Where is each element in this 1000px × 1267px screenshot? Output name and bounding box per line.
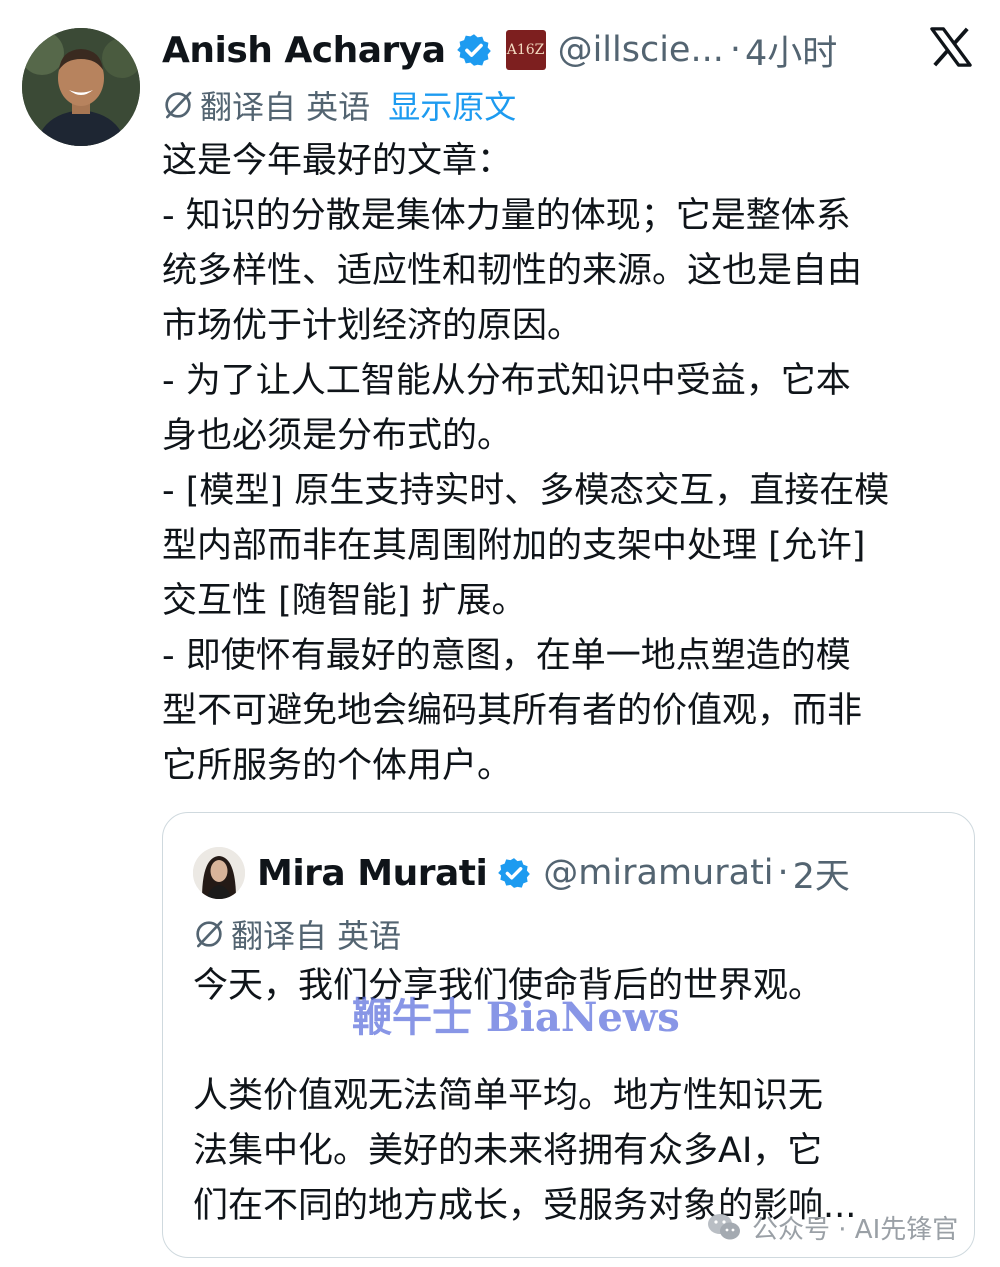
body-line: 它所服务的个体用户。 [162, 746, 513, 786]
separator-dot: · [729, 30, 741, 70]
body-line: - 知识的分散是集体力量的体现；它是整体系 [162, 196, 851, 236]
author-avatar[interactable] [22, 28, 140, 146]
translated-from-label: 翻译自 英语 [200, 88, 371, 126]
quoted-body-line: 人类价值观无法简单平均。地方性知识无 [193, 1076, 824, 1116]
body-line: 统多样性、适应性和韧性的来源。这也是自由 [162, 251, 863, 291]
show-original-link[interactable]: 显示原文 [388, 82, 516, 128]
verified-badge-icon [456, 34, 491, 66]
author-name[interactable]: Anish Acharya [162, 30, 446, 71]
body-line: 市场优于计划经济的原因。 [162, 306, 583, 346]
x-logo-icon[interactable] [928, 26, 974, 68]
tweet-body: 这是今年最好的文章： - 知识的分散是集体力量的体现；它是整体系 统多样性、适应… [162, 134, 982, 794]
quoted-author-handle[interactable]: @miramurati [543, 853, 773, 893]
body-line: 身也必须是分布式的。 [162, 416, 513, 456]
quoted-body-line: 法集中化。美好的未来将拥有众多AI，它 [193, 1131, 823, 1171]
quoted-translation-row: 翻译自 英语 [193, 909, 401, 959]
wechat-account-label: 公众号 · AI先锋官 [752, 1214, 959, 1245]
tweet-header: Anish Acharya A16Z @illscie... · 4小时 [162, 22, 862, 78]
translate-icon [165, 91, 192, 119]
translated-from-label: 翻译自 英语 [231, 917, 402, 955]
translation-row: 翻译自 英语 显示原文 [162, 80, 516, 130]
quoted-tweet-header: Mira Murati @miramurati · 2天 [193, 843, 850, 903]
wechat-account-mark: 公众号 · AI先锋官 [704, 1204, 958, 1250]
body-line: - [模型] 原生支持实时、多模态交互，直接在模 [162, 471, 890, 511]
translate-icon [196, 920, 223, 948]
affiliation-badge[interactable]: A16Z [505, 30, 546, 70]
body-line: - 为了让人工智能从分布式知识中受益，它本 [162, 361, 851, 401]
quoted-author-avatar[interactable] [193, 847, 245, 899]
timestamp[interactable]: 4小时 [745, 25, 837, 76]
verified-badge-icon [498, 858, 531, 888]
body-line: 型不可避免地会编码其所有者的价值观，而非 [162, 691, 863, 731]
body-line: 型内部而非在其周围附加的支架中处理 [允许] [162, 526, 866, 566]
watermark: 鞭牛士 BiaNews [352, 994, 680, 1041]
quoted-author-name[interactable]: Mira Murati [257, 853, 488, 894]
author-handle[interactable]: @illscie... [558, 30, 724, 70]
quoted-timestamp[interactable]: 2天 [793, 848, 850, 899]
separator-dot: · [777, 853, 789, 893]
body-line: 交互性 [随智能] 扩展。 [162, 581, 527, 621]
body-line: 这是今年最好的文章： [162, 141, 513, 181]
body-line: - 即使怀有最好的意图，在单一地点塑造的模 [162, 636, 851, 676]
wechat-icon [708, 1214, 740, 1240]
